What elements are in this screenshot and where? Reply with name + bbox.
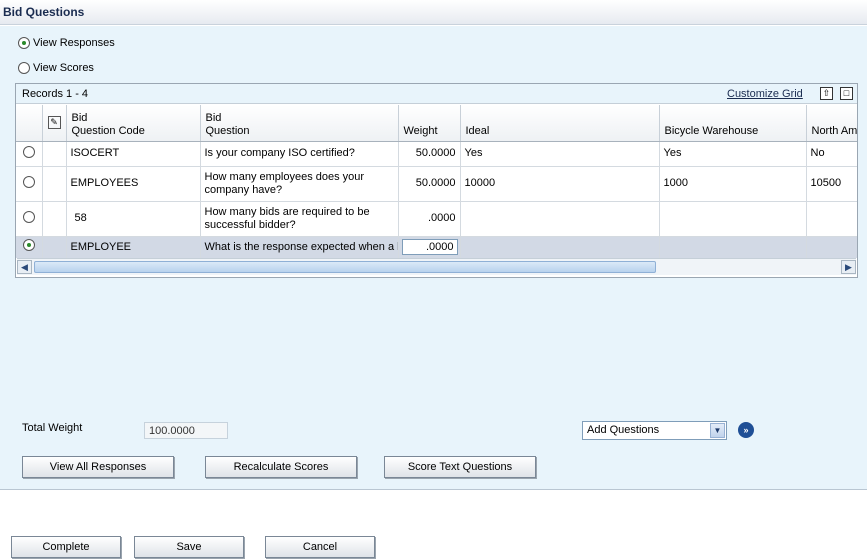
grid-table-viewport: ✎ Bid Question Code Bid Question Weight … — [16, 105, 857, 258]
question-cell: How many employees does your company hav… — [200, 166, 399, 202]
question-code-cell: ISOCERT — [66, 141, 201, 167]
question-code-cell: EMPLOYEES — [66, 166, 201, 202]
row-select-cell[interactable] — [16, 201, 43, 237]
go-arrow-icon[interactable]: » — [738, 422, 754, 438]
select-column-header — [16, 105, 43, 142]
row-select-radio[interactable] — [22, 210, 35, 223]
question-cell: Is your company ISO certified? — [200, 141, 399, 167]
row-select-radio[interactable] — [22, 175, 35, 188]
customize-grid-link[interactable]: Customize Grid — [727, 88, 803, 100]
view-responses-label: View Responses — [33, 37, 115, 49]
weight-input[interactable]: .0000 — [401, 239, 458, 255]
question-cell: What is the response expected when a l — [200, 236, 399, 258]
col-code-line1: Bid — [71, 111, 88, 124]
total-weight-field: 100.0000 — [144, 422, 228, 439]
main-panel: View Responses View Scores Records 1 - 4… — [0, 26, 867, 490]
total-weight-label: Total Weight — [22, 422, 83, 434]
title-bar: Bid Questions — [0, 0, 867, 25]
weight-cell[interactable]: 50.0000 — [398, 166, 461, 202]
view-responses-radio[interactable] — [18, 37, 30, 49]
weight-cell[interactable]: 50.0000 — [398, 141, 461, 167]
col-code-line2: Question Code — [71, 124, 145, 137]
col-question-line1: Bid — [205, 111, 222, 124]
add-questions-select[interactable]: Add Questions ▼ — [582, 421, 727, 440]
weight-cell[interactable]: .0000 — [398, 236, 461, 258]
ideal-cell — [460, 201, 660, 237]
cancel-button[interactable]: Cancel — [265, 536, 375, 558]
view-scores-label: View Scores — [33, 62, 94, 74]
row-select-cell[interactable] — [16, 141, 43, 167]
view-all-responses-button[interactable]: View All Responses — [22, 456, 174, 478]
column-header-bicycle-warehouse[interactable]: Bicycle Warehouse — [659, 105, 807, 142]
records-count: Records 1 - 4 — [22, 88, 89, 100]
table-row-selected[interactable]: EMPLOYEE What is the response expected w… — [16, 236, 857, 258]
attachment-column-header[interactable]: ✎ — [42, 105, 67, 142]
column-header-weight[interactable]: Weight — [398, 105, 461, 142]
view-scores-radio[interactable] — [18, 62, 30, 74]
bid-questions-grid: Records 1 - 4 Customize Grid ⇧ □ ✎ Bid Q… — [15, 83, 858, 278]
scroll-thumb[interactable] — [34, 261, 656, 273]
save-button[interactable]: Save — [134, 536, 244, 558]
question-code-cell: EMPLOYEE — [66, 236, 201, 258]
column-header-north-am[interactable]: North Am — [806, 105, 857, 142]
table-row[interactable]: ISOCERT Is your company ISO certified? 5… — [16, 141, 857, 167]
column-header-ideal[interactable]: Ideal — [460, 105, 660, 142]
chevron-down-icon[interactable]: ▼ — [710, 423, 725, 438]
table-row[interactable]: 58 How many bids are required to be succ… — [16, 201, 857, 237]
bicycle-warehouse-cell — [659, 236, 807, 258]
add-questions-value: Add Questions — [587, 424, 660, 436]
grid-header-row: ✎ Bid Question Code Bid Question Weight … — [16, 105, 857, 142]
ideal-cell — [460, 236, 660, 258]
attachment-cell — [42, 201, 67, 237]
attachment-icon[interactable]: ✎ — [47, 116, 61, 130]
north-am-cell — [806, 201, 857, 237]
horizontal-scrollbar[interactable]: ◀ ▶ — [17, 258, 856, 275]
bicycle-warehouse-cell: 1000 — [659, 166, 807, 202]
scroll-right-icon[interactable]: ▶ — [841, 260, 856, 274]
score-text-questions-button[interactable]: Score Text Questions — [384, 456, 536, 478]
north-am-cell — [806, 236, 857, 258]
view-responses-option[interactable]: View Responses — [18, 37, 115, 49]
row-select-radio[interactable] — [22, 145, 35, 158]
north-am-cell: No — [806, 141, 857, 167]
ideal-cell: 10000 — [460, 166, 660, 202]
attachment-cell — [42, 166, 67, 202]
question-code-cell: 58 — [66, 201, 201, 237]
col-question-line2: Question — [205, 124, 250, 137]
attachment-cell — [42, 236, 67, 258]
row-select-radio[interactable] — [22, 239, 35, 251]
complete-button[interactable]: Complete — [11, 536, 121, 558]
north-am-cell: 10500 — [806, 166, 857, 202]
bicycle-warehouse-cell: Yes — [659, 141, 807, 167]
question-cell: How many bids are required to be success… — [200, 201, 399, 237]
page-title: Bid Questions — [3, 5, 85, 19]
grid-table: ✎ Bid Question Code Bid Question Weight … — [16, 105, 857, 258]
table-row[interactable]: EMPLOYEES How many employees does your c… — [16, 166, 857, 202]
ideal-cell: Yes — [460, 141, 660, 167]
scroll-left-icon[interactable]: ◀ — [17, 260, 32, 274]
row-select-cell[interactable] — [16, 236, 43, 258]
export-icon[interactable]: ⇧ — [820, 87, 833, 100]
maximize-icon[interactable]: □ — [840, 87, 853, 100]
row-select-cell[interactable] — [16, 166, 43, 202]
column-header-question-code[interactable]: Bid Question Code — [66, 105, 201, 142]
column-header-question[interactable]: Bid Question — [200, 105, 399, 142]
view-scores-option[interactable]: View Scores — [18, 62, 94, 74]
attachment-cell — [42, 141, 67, 167]
recalculate-scores-button[interactable]: Recalculate Scores — [205, 456, 357, 478]
grid-header-bar: Records 1 - 4 Customize Grid ⇧ □ — [16, 84, 857, 104]
bicycle-warehouse-cell — [659, 201, 807, 237]
weight-cell[interactable]: .0000 — [398, 201, 461, 237]
